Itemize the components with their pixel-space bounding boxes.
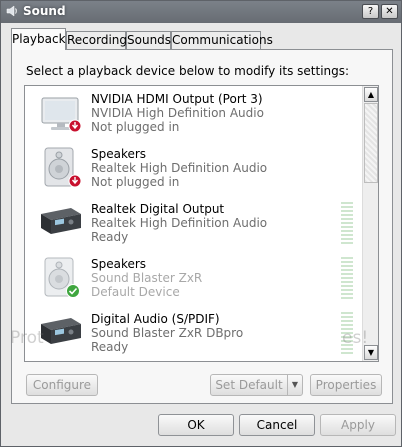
list-item[interactable]: Speakers Sound Blaster ZxR Default Devic… — [25, 251, 361, 304]
device-driver: Sound Blaster ZxR — [91, 271, 203, 285]
ok-button[interactable]: OK — [158, 414, 234, 436]
unplugged-badge-icon — [68, 119, 82, 133]
digital-output-icon — [41, 318, 81, 344]
tab-playback[interactable]: Playback — [11, 28, 66, 50]
sound-app-icon — [6, 5, 17, 17]
device-driver: Realtek High Definition Audio — [91, 161, 268, 175]
device-status: Default Device — [91, 285, 180, 299]
default-check-badge-icon — [66, 284, 80, 298]
speaker-icon — [44, 257, 80, 298]
device-name: NVIDIA HDMI Output (Port 3) — [91, 92, 263, 106]
monitor-icon — [41, 97, 82, 133]
device-status: Ready — [91, 340, 129, 354]
properties-button[interactable]: Properties — [310, 374, 382, 396]
scroll-down-button[interactable]: ▼ — [364, 345, 378, 360]
scroll-up-button[interactable]: ▲ — [364, 87, 378, 102]
help-button[interactable]: ? — [362, 4, 379, 19]
list-item[interactable]: Digital Audio (S/PDIF) Sound Blaster ZxR… — [25, 306, 361, 359]
chevron-down-icon: ▼ — [291, 380, 299, 389]
set-default-button[interactable]: Set Default — [210, 374, 288, 396]
device-driver: Sound Blaster ZxR DBpro — [91, 326, 244, 340]
configure-button[interactable]: Configure — [26, 374, 98, 396]
device-driver: NVIDIA High Definition Audio — [91, 106, 264, 120]
instruction-text: Select a playback device below to modify… — [26, 64, 350, 78]
cancel-button[interactable]: Cancel — [239, 414, 315, 436]
playback-panel: Select a playback device below to modify… — [10, 49, 393, 404]
device-name: Digital Audio (S/PDIF) — [91, 312, 220, 326]
tab-sounds[interactable]: Sounds — [126, 31, 171, 49]
device-name: Realtek Digital Output — [91, 202, 225, 216]
apply-button[interactable]: Apply — [320, 414, 396, 436]
volume-meter — [341, 202, 353, 244]
window-title: Sound — [23, 4, 66, 18]
volume-meter — [341, 312, 353, 354]
tab-recording[interactable]: Recording — [66, 31, 127, 49]
title-bar[interactable]: Sound ? ✕ — [1, 1, 401, 23]
device-driver: Realtek High Definition Audio — [91, 216, 268, 230]
device-status: Not plugged in — [91, 120, 180, 134]
unplugged-badge-icon — [68, 174, 82, 188]
device-name: Speakers — [91, 147, 147, 161]
list-item[interactable]: Realtek Digital Output Realtek High Defi… — [25, 196, 361, 249]
set-default-dropdown[interactable]: ▼ — [287, 374, 303, 396]
close-button[interactable]: ✕ — [381, 4, 398, 19]
tab-communications[interactable]: Communications — [171, 31, 273, 49]
device-name: Speakers — [91, 257, 147, 271]
scroll-thumb[interactable] — [364, 103, 378, 183]
list-scrollbar[interactable]: ▲ ▼ — [362, 86, 378, 361]
device-status: Ready — [91, 230, 129, 244]
device-status: Not plugged in — [91, 175, 180, 189]
digital-output-icon — [41, 208, 81, 234]
list-item[interactable]: Speakers Realtek High Definition Audio N… — [25, 141, 361, 194]
list-item[interactable]: NVIDIA HDMI Output (Port 3) NVIDIA High … — [25, 86, 361, 139]
sound-dialog: Sound ? ✕ Playback Recording Sounds Comm… — [0, 0, 402, 447]
device-list[interactable]: NVIDIA HDMI Output (Port 3) NVIDIA High … — [24, 85, 379, 362]
volume-meter — [341, 257, 353, 299]
speaker-icon — [44, 147, 82, 188]
